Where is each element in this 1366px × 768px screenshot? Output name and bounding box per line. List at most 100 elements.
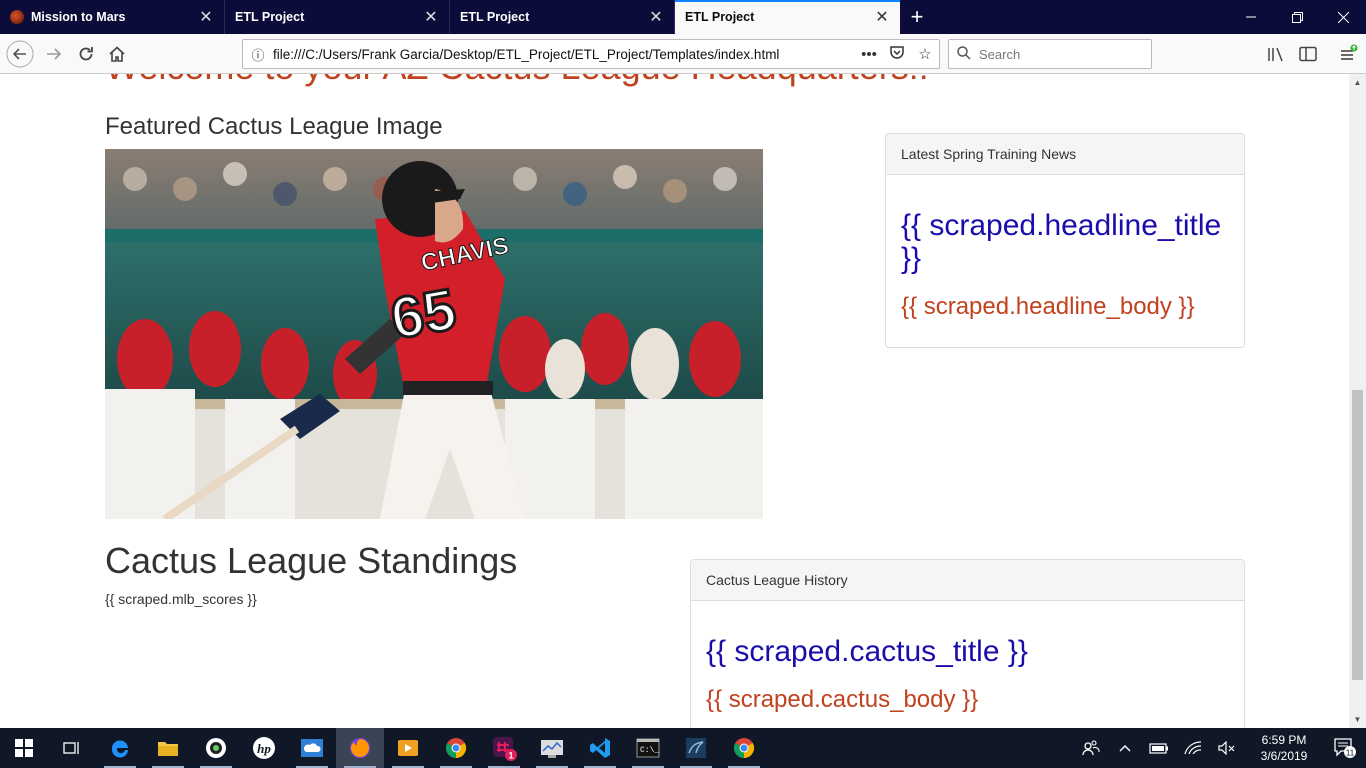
tab-mission-to-mars[interactable]: Mission to Mars ✕	[0, 0, 225, 34]
featured-image-title: Featured Cactus League Image	[105, 113, 443, 140]
minimize-icon[interactable]	[1228, 0, 1274, 34]
taskbar-app-circle[interactable]	[192, 728, 240, 768]
search-icon	[957, 45, 971, 63]
tab-etl-project-2[interactable]: ETL Project ✕	[450, 0, 675, 34]
taskbar-edge[interactable]	[96, 728, 144, 768]
cloud-app-icon	[301, 739, 323, 757]
tab-label: Mission to Mars	[31, 10, 126, 24]
menu-button[interactable]	[1332, 38, 1364, 70]
mars-favicon-icon	[10, 10, 24, 24]
url-text[interactable]: file:///C:/Users/Frank Garcia/Desktop/ET…	[273, 47, 855, 62]
back-button[interactable]	[4, 38, 36, 70]
taskbar-slack[interactable]: 1	[480, 728, 528, 768]
slack-icon: 1	[493, 737, 517, 761]
tab-label: ETL Project	[685, 10, 755, 24]
news-panel: Latest Spring Training News {{ scraped.h…	[885, 133, 1245, 348]
taskbar-cloud-app[interactable]	[288, 728, 336, 768]
history-title: {{ scraped.cactus_title }}	[706, 635, 1028, 668]
page-scrollbar[interactable]: ▲ ▼	[1349, 74, 1366, 728]
search-input[interactable]	[979, 46, 1139, 62]
reload-icon	[79, 47, 93, 61]
tab-close-icon[interactable]: ✕	[874, 9, 890, 26]
taskbar-firefox[interactable]	[336, 728, 384, 768]
window-controls	[1228, 0, 1366, 34]
camera-app-icon	[206, 738, 226, 758]
volume-muted-icon[interactable]	[1210, 728, 1244, 768]
back-arrow-icon	[6, 40, 34, 68]
taskbar-video-app[interactable]	[384, 728, 432, 768]
tab-close-icon[interactable]: ✕	[648, 9, 664, 26]
tab-label: ETL Project	[460, 10, 530, 24]
close-window-icon[interactable]	[1320, 0, 1366, 34]
windows-taskbar: hp 1 C:\_ 6:59 PM 3/6/2019 11	[0, 728, 1366, 768]
terminal-icon: C:\_	[636, 738, 660, 758]
hp-logo-icon: hp	[253, 737, 275, 759]
sidebar-button[interactable]	[1292, 38, 1324, 70]
scroll-down-icon[interactable]: ▼	[1349, 711, 1366, 728]
pocket-icon[interactable]	[883, 44, 911, 64]
tab-etl-project-1[interactable]: ETL Project ✕	[225, 0, 450, 34]
tab-close-icon[interactable]: ✕	[198, 9, 214, 26]
battery-icon[interactable]	[1142, 728, 1176, 768]
tab-label: ETL Project	[235, 10, 305, 24]
action-center-icon[interactable]: 11	[1324, 728, 1366, 768]
library-button[interactable]	[1260, 38, 1292, 70]
system-tray: 6:59 PM 3/6/2019 11	[1074, 728, 1366, 768]
taskbar-chrome[interactable]	[432, 728, 480, 768]
bookmark-star-icon[interactable]: ☆	[911, 45, 939, 63]
standings-title: Cactus League Standings	[105, 540, 518, 581]
taskbar-clock[interactable]: 6:59 PM 3/6/2019	[1244, 732, 1324, 764]
taskbar-hp[interactable]: hp	[240, 728, 288, 768]
wifi-icon[interactable]	[1176, 728, 1210, 768]
taskbar-vscode[interactable]	[576, 728, 624, 768]
news-headline-title: {{ scraped.headline_title }}	[901, 209, 1222, 275]
people-icon[interactable]	[1074, 728, 1108, 768]
mysql-workbench-icon	[686, 738, 706, 758]
taskbar-mysql[interactable]	[672, 728, 720, 768]
tab-close-icon[interactable]: ✕	[423, 9, 439, 26]
news-panel-heading: Latest Spring Training News	[886, 134, 1244, 175]
navigation-toolbar: ⓘ file:///C:/Users/Frank Garcia/Desktop/…	[0, 34, 1366, 74]
scroll-up-icon[interactable]: ▲	[1349, 74, 1366, 91]
new-tab-button[interactable]: +	[900, 0, 934, 34]
page-actions-icon[interactable]: •••	[855, 46, 883, 63]
home-button[interactable]	[101, 38, 133, 70]
forward-arrow-icon	[47, 48, 62, 60]
home-icon	[109, 46, 125, 62]
edge-icon	[111, 740, 128, 758]
url-bar[interactable]: ⓘ file:///C:/Users/Frank Garcia/Desktop/…	[242, 39, 940, 69]
chrome-icon	[445, 738, 467, 759]
history-panel-heading: Cactus League History	[691, 560, 1244, 601]
folder-icon	[158, 742, 178, 756]
svg-text:hp: hp	[257, 741, 271, 756]
taskbar-file-explorer[interactable]	[144, 728, 192, 768]
welcome-heading: Welcome to your AZ Cactus League Headqua…	[105, 74, 929, 88]
jersey-number: 65	[386, 277, 461, 352]
show-hidden-icons-icon[interactable]	[1108, 728, 1142, 768]
scrollbar-thumb[interactable]	[1352, 390, 1363, 680]
clock-date: 3/6/2019	[1260, 749, 1308, 763]
restore-icon[interactable]	[1274, 0, 1320, 34]
taskbar-monitor-app[interactable]	[528, 728, 576, 768]
search-bar[interactable]	[948, 39, 1152, 69]
taskbar-chrome-2[interactable]	[720, 728, 768, 768]
start-button[interactable]	[0, 728, 48, 768]
notification-count: 11	[1346, 749, 1355, 758]
taskbar-terminal[interactable]: C:\_	[624, 728, 672, 768]
vscode-icon	[590, 738, 610, 758]
windows-logo-icon	[15, 739, 33, 757]
forward-button[interactable]	[38, 38, 70, 70]
tab-strip: Mission to Mars ✕ ETL Project ✕ ETL Proj…	[0, 0, 1366, 34]
svg-text:C:\_: C:\_	[640, 746, 659, 755]
history-body: {{ scraped.cactus_body }}	[706, 686, 979, 713]
task-view-button[interactable]	[48, 728, 96, 768]
reload-button[interactable]	[70, 38, 102, 70]
featured-cactus-league-image: CHAVIS 65	[105, 149, 763, 519]
resource-monitor-icon	[541, 740, 563, 758]
site-info-icon[interactable]: ⓘ	[243, 45, 273, 64]
task-view-icon	[63, 742, 79, 754]
history-panel: Cactus League History {{ scraped.cactus_…	[690, 559, 1245, 728]
firefox-icon	[350, 738, 370, 758]
video-app-icon	[398, 740, 418, 756]
tab-etl-project-active[interactable]: ETL Project ✕	[675, 0, 900, 34]
